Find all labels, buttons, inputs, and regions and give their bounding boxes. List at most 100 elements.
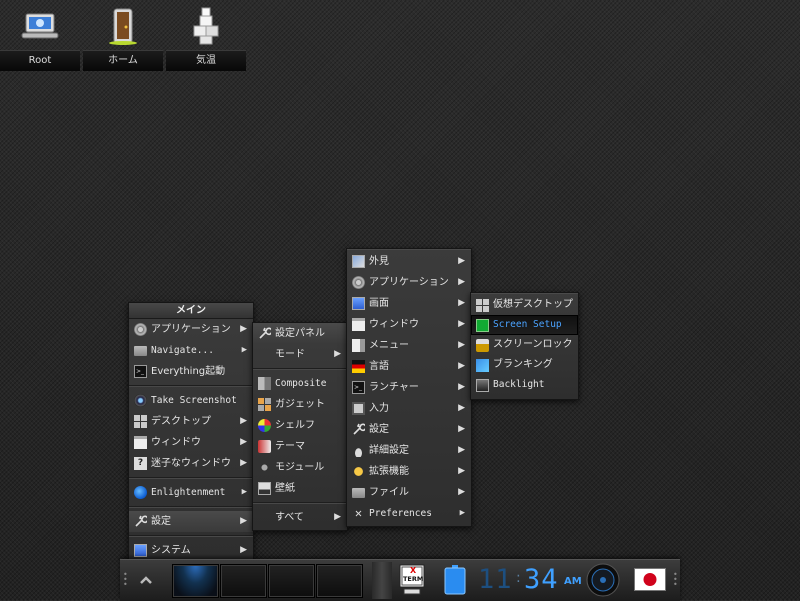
menu-item-menus[interactable]: メニュー ▶	[347, 335, 471, 356]
launcher-icon	[352, 381, 365, 394]
computer-icon	[20, 6, 60, 46]
main-menu: メイン アプリケーション▶ Navigate...▶ Everything起動 …	[128, 302, 254, 560]
menu-item-everything[interactable]: Everything起動	[129, 361, 253, 382]
home-door-icon	[103, 6, 143, 46]
menu-item-backlight[interactable]: Backlight	[471, 375, 578, 395]
japan-flag-icon	[634, 568, 666, 591]
menu-item-virtual-desktops[interactable]: 仮想デスクトップ	[471, 295, 578, 315]
menu-item-wallpaper[interactable]: 壁紙	[253, 478, 347, 499]
pager-desk-2[interactable]	[220, 564, 267, 598]
menu-item-input[interactable]: 入力 ▶	[347, 398, 471, 419]
desktop-icon-label: Root	[0, 50, 80, 71]
menu-item-gadgets[interactable]: ガジェット	[253, 394, 347, 415]
menu-item-applications[interactable]: アプリケーション ▶	[347, 272, 471, 293]
weather-icon	[186, 6, 226, 46]
composite-icon	[258, 377, 271, 390]
menu-item-language[interactable]: 言語 ▶	[347, 356, 471, 377]
menu-item-screen-lock[interactable]: スクリーンロック	[471, 335, 578, 355]
submenu-arrow-icon: ▶	[240, 416, 247, 426]
menu-item-all[interactable]: すべて ▶	[253, 507, 347, 528]
menu-icon	[352, 339, 365, 352]
menu-item-appearance[interactable]: 外見 ▶	[347, 251, 471, 272]
pager-desk-1[interactable]	[172, 564, 219, 598]
menu-item-shelves[interactable]: シェルフ	[253, 415, 347, 436]
submenu-arrow-icon: ▶	[458, 340, 465, 350]
menu-item-preferences[interactable]: ✕ Preferences ▶	[347, 503, 471, 524]
wrench-icon	[352, 423, 367, 436]
submenu-arrow-icon: ▶	[458, 256, 465, 266]
menu-item-advanced[interactable]: 詳細設定 ▶	[347, 440, 471, 461]
clock-colon: :	[516, 570, 521, 586]
menu-item-extensions[interactable]: 拡張機能 ▶	[347, 461, 471, 482]
menu-item-enlightenment[interactable]: Enlightenment ▶	[129, 482, 253, 503]
wrench-icon	[134, 515, 149, 528]
submenu-arrow-icon: ▶	[240, 324, 247, 334]
menu-item-mode[interactable]: モード ▶	[253, 344, 347, 365]
submenu-arrow-icon: ▶	[458, 424, 465, 434]
language-indicator[interactable]	[634, 568, 666, 591]
clock-minutes: 34	[524, 564, 559, 595]
menu-item-blanking[interactable]: ブランキング	[471, 355, 578, 375]
pager-desk-3[interactable]	[268, 564, 315, 598]
menu-item-screen[interactable]: 画面 ▶	[347, 293, 471, 314]
submenu-arrow-icon: ▶	[458, 277, 465, 287]
desktop-icon-root[interactable]: Root	[0, 0, 80, 72]
terminal-icon	[134, 365, 147, 378]
menu-item-composite[interactable]: Composite	[253, 373, 347, 394]
clock[interactable]: 11 : 34 AM	[478, 560, 586, 601]
submenu-arrow-icon: ▶	[241, 345, 247, 355]
enlightenment-icon	[134, 486, 147, 499]
monitor-icon	[134, 544, 147, 557]
menu-item-lost-windows[interactable]: ? 迷子なウィンドウ ▶	[129, 453, 253, 474]
menu-item-files[interactable]: ファイル ▶	[347, 482, 471, 503]
desktop-icon-weather[interactable]: 気温	[166, 0, 246, 72]
xterm-launcher[interactable]: X TERM	[398, 564, 426, 596]
submenu-arrow-icon: ▶	[334, 512, 341, 522]
start-button[interactable]	[134, 568, 158, 592]
menu-item-launcher[interactable]: ランチャー▶	[347, 377, 471, 398]
shelf-divider	[372, 562, 392, 599]
menu-item-settings[interactable]: 設定 ▶	[129, 511, 253, 532]
menu-separator	[253, 368, 347, 370]
mixer[interactable]	[586, 563, 620, 597]
theme-icon	[258, 440, 271, 453]
appearance-icon	[352, 255, 365, 268]
folder-icon	[134, 346, 147, 356]
folder-icon	[352, 488, 365, 498]
menu-item-windows[interactable]: ウィンドウ ▶	[129, 432, 253, 453]
xterm-label-term: TERM	[403, 575, 424, 583]
menu-item-navigate[interactable]: Navigate... ▶	[129, 340, 253, 361]
gadget-icon	[258, 398, 271, 411]
submenu-arrow-icon: ▶	[240, 516, 247, 526]
menu-item-desktop[interactable]: デスクトップ ▶	[129, 411, 253, 432]
shelf: • • • X TERM 11 : 34 AM • • •	[120, 559, 680, 601]
virtual-desktop-icon	[476, 299, 489, 312]
language-flag-icon	[352, 360, 365, 373]
menu-item-theme[interactable]: テーマ	[253, 436, 347, 457]
menu-item-modules[interactable]: モジュール	[253, 457, 347, 478]
clock-hours: 11	[478, 564, 513, 595]
desktop-icon-home[interactable]: ホーム	[83, 0, 163, 72]
lock-icon	[476, 339, 489, 352]
submenu-arrow-icon: ▶	[240, 437, 247, 447]
menu-item-windows[interactable]: ウィンドウ ▶	[347, 314, 471, 335]
pager-desk-4[interactable]	[316, 564, 363, 598]
menu-item-settings[interactable]: 設定 ▶	[347, 419, 471, 440]
menu-item-settings-panel[interactable]: 設定パネル	[253, 323, 347, 344]
menu-separator	[253, 502, 347, 504]
menu-separator	[129, 385, 253, 387]
menu-separator	[129, 477, 253, 479]
screen-setup-icon	[476, 319, 489, 332]
shelf-grip-left[interactable]: • • •	[123, 571, 128, 589]
submenu-arrow-icon: ▶	[458, 361, 465, 371]
pager	[172, 560, 368, 601]
menu-item-applications[interactable]: アプリケーション ▶	[129, 319, 253, 340]
battery-icon	[444, 565, 466, 595]
window-icon	[134, 436, 147, 449]
menu-item-screen-setup[interactable]: Screen Setup	[471, 315, 578, 335]
menu-item-system[interactable]: システム ▶	[129, 540, 253, 561]
battery-indicator[interactable]	[444, 565, 466, 595]
shelf-grip-right[interactable]: • • •	[673, 571, 678, 589]
menu-item-take-screenshot[interactable]: Take Screenshot	[129, 390, 253, 411]
submenu-arrow-icon: ▶	[458, 403, 465, 413]
